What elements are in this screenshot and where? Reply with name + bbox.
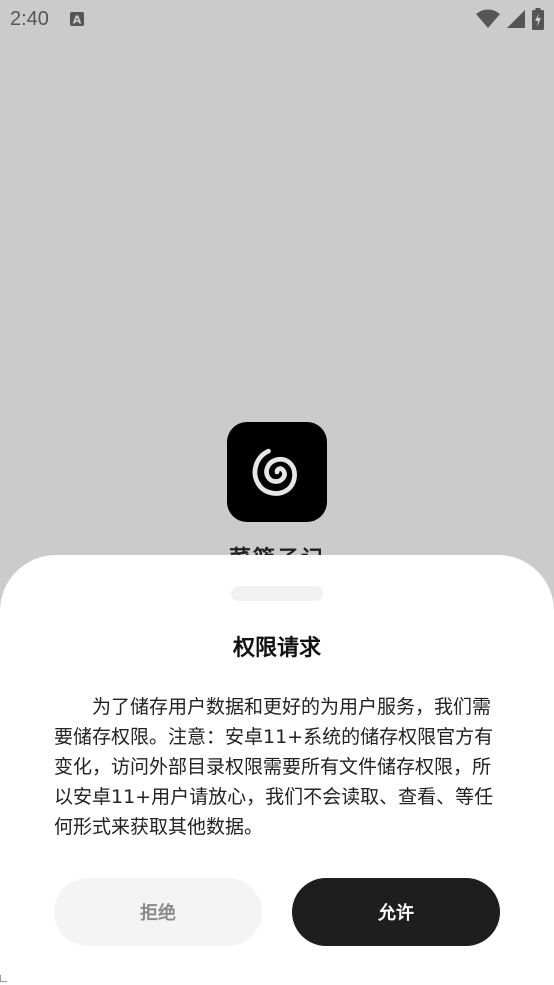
permission-bottom-sheet: 权限请求 为了储存用户数据和更好的为用户服务，我们需要储存权限。注意：安卓11+… (0, 555, 554, 985)
app-icon (227, 422, 327, 522)
notification-app-icon: A (69, 12, 84, 27)
refuse-button[interactable]: 拒绝 (54, 878, 262, 946)
dialog-title: 权限请求 (232, 636, 321, 661)
allow-button[interactable]: 允许 (292, 878, 500, 946)
battery-charging-icon (532, 8, 544, 30)
status-left: 2:40 A (10, 8, 85, 31)
status-right (476, 8, 544, 30)
clock: 2:40 (10, 7, 49, 30)
dialog-message: 为了储存用户数据和更好的为用户服务，我们需要储存权限。注意：安卓11+系统的储存… (54, 696, 494, 838)
sheet-drag-handle[interactable] (231, 586, 323, 601)
status-bar: 2:40 A (0, 0, 554, 38)
spiral-icon (252, 448, 297, 496)
corner-mark (0, 975, 7, 982)
signal-icon (507, 10, 525, 28)
notification-icon-letter: A (73, 14, 82, 27)
wifi-icon (476, 9, 500, 28)
